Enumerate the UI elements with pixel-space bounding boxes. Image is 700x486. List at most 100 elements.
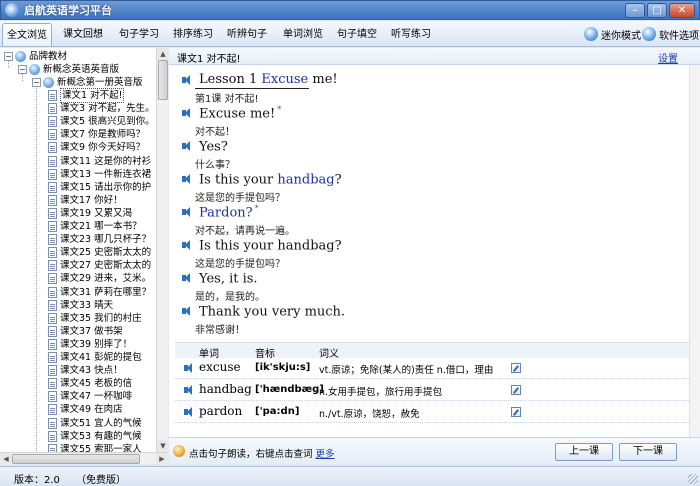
mini-mode-button[interactable]: 迷你模式 <box>584 25 641 43</box>
sentence-english: Is this your handbag? <box>199 238 342 254</box>
tree-item-lesson[interactable]: 课文19 又累又渴 <box>48 207 132 220</box>
tree-item-lesson[interactable]: 课文21 哪一本书？ <box>48 220 142 233</box>
speaker-icon[interactable] <box>181 206 193 218</box>
previous-lesson-button[interactable]: 上一课 <box>555 443 613 461</box>
close-button[interactable]: ✕ <box>669 3 695 18</box>
scroll-up-icon[interactable]: ▲ <box>157 48 169 60</box>
more-link[interactable]: 更多 <box>316 449 335 460</box>
speaker-icon[interactable] <box>181 272 193 284</box>
tree-node-root[interactable]: − 品牌教材 <box>4 50 67 63</box>
tree-item-lesson[interactable]: 课文17 你好！ <box>48 194 123 207</box>
tree-item-lesson[interactable]: 课文37 做书架 <box>48 325 123 338</box>
sentence-line[interactable]: Yes, it is. <box>181 270 260 286</box>
tab-sentence-study[interactable]: 句子学习 <box>114 23 164 46</box>
tree-item-lesson[interactable]: 课文25 史密斯太太的 <box>48 246 151 259</box>
tree-item-lesson[interactable]: 课文47 一杯咖啡 <box>48 390 132 403</box>
scroll-down-icon[interactable]: ▼ <box>157 440 169 452</box>
scroll-thumb[interactable] <box>158 60 168 100</box>
tree-item-lesson[interactable]: 课文5 很高兴见到你。 <box>48 115 155 128</box>
vocab-row[interactable]: excuse [ik'skju:s] vt.原谅；免除(某人的)责任 n.借口，理由 <box>175 358 691 379</box>
tree-item-lesson[interactable]: 课文31 萨莉在哪里？ <box>48 286 151 299</box>
tree-item-lesson[interactable]: 课文43 快点！ <box>48 364 123 377</box>
tree-item-lesson[interactable]: 课文3 对不起，先生。 <box>48 102 155 115</box>
content-footer: 点击句子朗读，右键点击查词 更多 上一课 下一课 <box>169 437 700 464</box>
vocab-header: 单词 音标 词义 <box>175 342 691 360</box>
speaker-icon[interactable] <box>181 239 193 251</box>
tree-vertical-scrollbar[interactable]: ▲ ▼ <box>156 48 169 452</box>
sentence-line[interactable]: Excuse me! * <box>181 105 281 121</box>
tree-item-lesson[interactable]: 课文35 我们的村庄 <box>48 312 142 325</box>
lesson-caption: 课文1 对不起! <box>177 54 241 65</box>
tree-item-lesson[interactable]: 课文1 对不起! <box>48 88 125 103</box>
tree-item-lesson[interactable]: 课文41 彭妮的提包 <box>48 351 142 364</box>
tab-word-browse[interactable]: 单词浏览 <box>278 23 328 46</box>
toolbar: 全文浏览 课文回想 句子学习 排序练习 听辨句子 单词浏览 句子填空 听写练习 … <box>0 21 700 47</box>
software-options-button[interactable]: 软件选项 <box>642 25 699 43</box>
tab-sort-practice[interactable]: 排序练习 <box>168 23 218 46</box>
scroll-thumb-horizontal[interactable] <box>12 454 140 464</box>
sentence-line[interactable]: Thank you very much. <box>181 303 347 319</box>
speaker-icon[interactable] <box>181 173 193 185</box>
lesson-title-line[interactable]: Lesson 1 Excuse me! <box>181 72 338 87</box>
content-scrollbar[interactable] <box>689 65 700 437</box>
tree-item-lesson[interactable]: 课文49 在肉店 <box>48 403 123 416</box>
tree-horizontal-scrollbar[interactable]: ◀ ▶ <box>0 452 168 465</box>
maximize-button[interactable]: □ <box>647 3 667 18</box>
tree-item-lesson[interactable]: 课文45 老板的信 <box>48 377 132 390</box>
next-lesson-button[interactable]: 下一课 <box>619 443 677 461</box>
sentence-line[interactable]: Is this your handbag? <box>181 171 344 187</box>
tree-item-lesson[interactable]: 课文29 进来，艾米。 <box>48 272 151 285</box>
vocab-row[interactable]: pardon ['pa:dn] n./vt.原谅，饶恕，赦免 <box>175 402 691 423</box>
edit-icon[interactable] <box>511 385 521 395</box>
tree-item-lesson[interactable]: 课文7 你是教师吗？ <box>48 128 145 141</box>
document-icon <box>48 312 57 324</box>
tree-item-lesson[interactable]: 课文53 有趣的气候 <box>48 430 142 443</box>
sentence-line[interactable]: Yes? <box>181 138 230 154</box>
minimize-button[interactable]: – <box>625 3 645 18</box>
speaker-icon[interactable] <box>183 406 195 418</box>
tab-full-text[interactable]: 全文浏览 <box>2 23 52 46</box>
speaker-icon[interactable] <box>183 384 195 396</box>
settings-link[interactable]: 设置 <box>658 50 678 65</box>
collapse-icon[interactable]: − <box>18 65 27 74</box>
tree-item-lesson[interactable]: 课文33 晴天 <box>48 299 113 312</box>
scroll-right-icon[interactable]: ▶ <box>156 453 168 465</box>
tree-item-lesson[interactable]: 课文9 你今天好吗？ <box>48 141 145 154</box>
tree-item-lesson[interactable]: 课文39 别摔了！ <box>48 338 132 351</box>
vocab-word: pardon <box>199 404 243 418</box>
tree-item-lesson[interactable]: 课文11 这是你的衬衫 <box>48 155 151 168</box>
tree-item-lesson[interactable]: 课文27 史密斯太太的 <box>48 259 151 272</box>
speaker-icon[interactable] <box>181 305 193 317</box>
speaker-icon[interactable] <box>183 362 195 374</box>
document-icon <box>48 260 57 272</box>
speaker-icon[interactable] <box>181 74 193 86</box>
tree-item-lesson[interactable]: 课文23 哪几只杯子？ <box>48 233 151 246</box>
tab-listen-sentence[interactable]: 听辨句子 <box>222 23 272 46</box>
collapse-icon[interactable]: − <box>4 52 13 61</box>
document-icon <box>48 181 57 193</box>
document-icon <box>48 221 57 232</box>
resize-grip-icon[interactable] <box>688 474 698 484</box>
tab-dictation[interactable]: 听写练习 <box>386 23 436 46</box>
document-icon <box>48 129 57 141</box>
read-hint: 点击句子朗读，右键点击查词 更多 <box>189 449 335 460</box>
speaker-icon[interactable] <box>181 107 193 119</box>
vocab-row[interactable]: handbag ['hændbæg] n.女用手提包，旅行用手提包 <box>175 380 691 401</box>
sentence-line[interactable]: Pardon? * <box>181 204 259 220</box>
edit-icon[interactable] <box>511 363 521 373</box>
tree-node-series[interactable]: − 新概念英语英音版 <box>18 63 119 76</box>
tab-fill-blank[interactable]: 句子填空 <box>332 23 382 46</box>
document-icon <box>48 404 57 416</box>
lesson-tree: − 品牌教材 − 新概念英语英音版 − 新概念第一册英音版 课文1 对不起! 课文… <box>0 48 168 464</box>
document-icon <box>48 430 57 442</box>
sentence-line[interactable]: Is this your handbag? <box>181 237 344 253</box>
tab-recall[interactable]: 课文回想 <box>58 23 108 46</box>
tree-item-lesson[interactable]: 课文15 请出示你的护 <box>48 181 151 194</box>
edit-icon[interactable] <box>511 407 521 417</box>
scroll-left-icon[interactable]: ◀ <box>0 453 12 465</box>
tree-item-lesson[interactable]: 课文13 一件新连衣裙 <box>48 168 151 181</box>
vocab-meaning: n./vt.原谅，饶恕，赦免 <box>319 409 420 420</box>
collapse-icon[interactable]: − <box>32 78 41 87</box>
tree-item-lesson[interactable]: 课文51 宜人的气候 <box>48 417 142 430</box>
speaker-icon[interactable] <box>181 140 193 152</box>
